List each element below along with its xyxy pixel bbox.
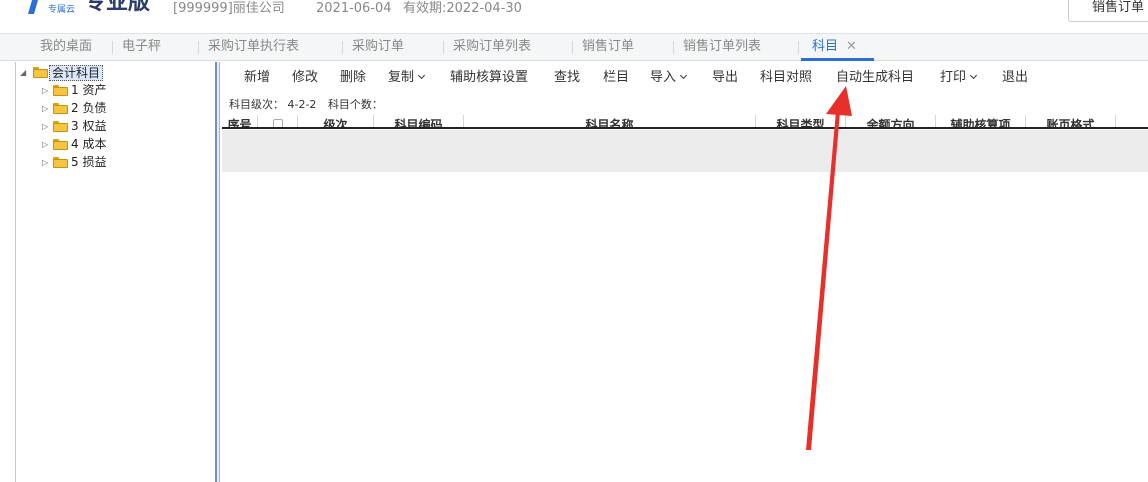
export-button[interactable]: 导出: [712, 62, 738, 94]
auxiliary-accounting-settings-button[interactable]: 辅助核算设置: [450, 62, 528, 94]
auto-generate-accounts-button[interactable]: 自动生成科目: [836, 62, 914, 94]
folder-icon: [53, 157, 68, 168]
folder-icon: [53, 121, 68, 132]
column-header-select[interactable]: [258, 115, 298, 127]
toolbar: 新增 修改 删除 复制 辅助核算设置 查找 栏目 导入 导出 科目对照 自动生成…: [222, 62, 1148, 94]
tree-node-label: 2 负债: [71, 101, 107, 115]
tab-divider: [572, 41, 573, 54]
expand-right-icon[interactable]: ▷: [42, 154, 48, 171]
logo-mark-icon: [28, 0, 45, 14]
tree-node-label: 5 损益: [71, 155, 107, 169]
close-icon[interactable]: ✕: [846, 39, 857, 54]
tree-node-liabilities[interactable]: ▷ 2 负债: [16, 100, 206, 117]
panel-splitter[interactable]: [215, 62, 220, 482]
sales-order-button[interactable]: 销售订单: [1068, 0, 1148, 22]
tab-accounts[interactable]: 科目 ✕: [812, 34, 857, 61]
column-header-account-type[interactable]: 科目类型: [756, 115, 846, 127]
logo-subtitle: 专属云: [48, 5, 76, 15]
select-all-checkbox[interactable]: [272, 119, 283, 127]
edit-button[interactable]: 修改: [292, 62, 318, 94]
account-tree: ◢ 会计科目 ▷ 1 资产 ▷ 2 负债 ▷ 3 权益 ▷ 4 成本 ▷ 5 损…: [15, 62, 215, 482]
columns-button[interactable]: 栏目: [603, 62, 629, 94]
expand-down-icon[interactable]: ◢: [20, 64, 26, 81]
folder-icon: [53, 103, 68, 114]
tab-accounts-label: 科目: [812, 39, 839, 54]
tree-node-label: 3 权益: [71, 119, 107, 133]
tree-node-profit-loss[interactable]: ▷ 5 损益: [16, 154, 206, 171]
tab-divider: [342, 41, 343, 54]
company-name: [999999]丽佳公司: [173, 1, 285, 16]
column-header-level[interactable]: 级次: [298, 115, 374, 127]
tab-purchase-order[interactable]: 采购订单: [352, 34, 404, 61]
product-edition: 专业版: [84, 0, 151, 15]
tab-purchase-order-execution[interactable]: 采购订单执行表: [208, 34, 299, 61]
tab-my-desktop[interactable]: 我的桌面: [40, 34, 92, 61]
tree-node-cost[interactable]: ▷ 4 成本: [16, 136, 206, 153]
grid-header: 序号 级次 科目编码 科目名称 科目类型 余额方向 辅助核算项 账页格式: [222, 115, 1148, 129]
print-dropdown-button[interactable]: 打印: [940, 62, 978, 94]
account-count-label: 科目个数：: [327, 98, 383, 111]
active-tab-indicator: [801, 58, 874, 61]
grid-body: [222, 130, 1148, 172]
expand-right-icon[interactable]: ▷: [42, 118, 48, 135]
folder-icon: [53, 139, 68, 150]
copy-label: 复制: [388, 70, 415, 85]
column-header-ledger-format[interactable]: 账页格式: [1026, 115, 1116, 127]
chevron-down-icon: [417, 71, 426, 80]
tab-purchase-order-list[interactable]: 采购订单列表: [453, 34, 531, 61]
tab-sales-order[interactable]: 销售订单: [582, 34, 634, 61]
validity-date: 有效期:2022-04-30: [403, 1, 522, 16]
exit-button[interactable]: 退出: [1002, 62, 1028, 94]
print-label: 打印: [940, 70, 967, 85]
level-value: 4-2-2: [287, 98, 317, 111]
import-label: 导入: [650, 70, 677, 85]
tree-node-root[interactable]: ◢ 会计科目: [16, 64, 206, 81]
folder-open-icon: [33, 67, 48, 78]
account-level-info: 科目级次： 4-2-2 科目个数：: [229, 97, 383, 113]
delete-button[interactable]: 删除: [340, 62, 366, 94]
tree-node-assets[interactable]: ▷ 1 资产: [16, 82, 206, 99]
column-header-index[interactable]: 序号: [222, 115, 258, 127]
tab-divider: [443, 41, 444, 54]
column-header-account-code[interactable]: 科目编码: [374, 115, 464, 127]
app-header: 专属云 专业版 [999999]丽佳公司 2021-06-04 有效期:2022…: [0, 0, 1148, 32]
column-header-balance-direction[interactable]: 余额方向: [846, 115, 936, 127]
expand-right-icon[interactable]: ▷: [42, 100, 48, 117]
import-dropdown-button[interactable]: 导入: [650, 62, 688, 94]
tab-divider: [198, 41, 199, 54]
add-button[interactable]: 新增: [244, 62, 270, 94]
tree-node-label: 4 成本: [71, 137, 107, 151]
copy-dropdown-button[interactable]: 复制: [388, 62, 426, 94]
level-label: 科目级次：: [229, 98, 284, 111]
folder-icon: [53, 85, 68, 96]
tab-divider: [798, 41, 799, 54]
tree-node-label: 会计科目: [49, 65, 104, 81]
current-date: 2021-06-04: [316, 1, 392, 16]
tab-sales-order-list[interactable]: 销售订单列表: [683, 34, 761, 61]
expand-right-icon[interactable]: ▷: [42, 82, 48, 99]
tab-bar: 我的桌面 电子秤 采购订单执行表 采购订单 采购订单列表 销售订单 销售订单列表…: [0, 33, 1148, 61]
tab-electronic-scale[interactable]: 电子秤: [122, 34, 161, 61]
account-mapping-button[interactable]: 科目对照: [760, 62, 812, 94]
find-button[interactable]: 查找: [554, 62, 580, 94]
expand-right-icon[interactable]: ▷: [42, 136, 48, 153]
column-header-auxiliary-items[interactable]: 辅助核算项: [936, 115, 1026, 127]
tab-divider: [673, 41, 674, 54]
tree-node-equity[interactable]: ▷ 3 权益: [16, 118, 206, 135]
column-header-account-name[interactable]: 科目名称: [464, 115, 756, 127]
chevron-down-icon: [679, 71, 688, 80]
chevron-down-icon: [969, 71, 978, 80]
tree-node-label: 1 资产: [71, 83, 107, 97]
tab-divider: [112, 41, 113, 54]
